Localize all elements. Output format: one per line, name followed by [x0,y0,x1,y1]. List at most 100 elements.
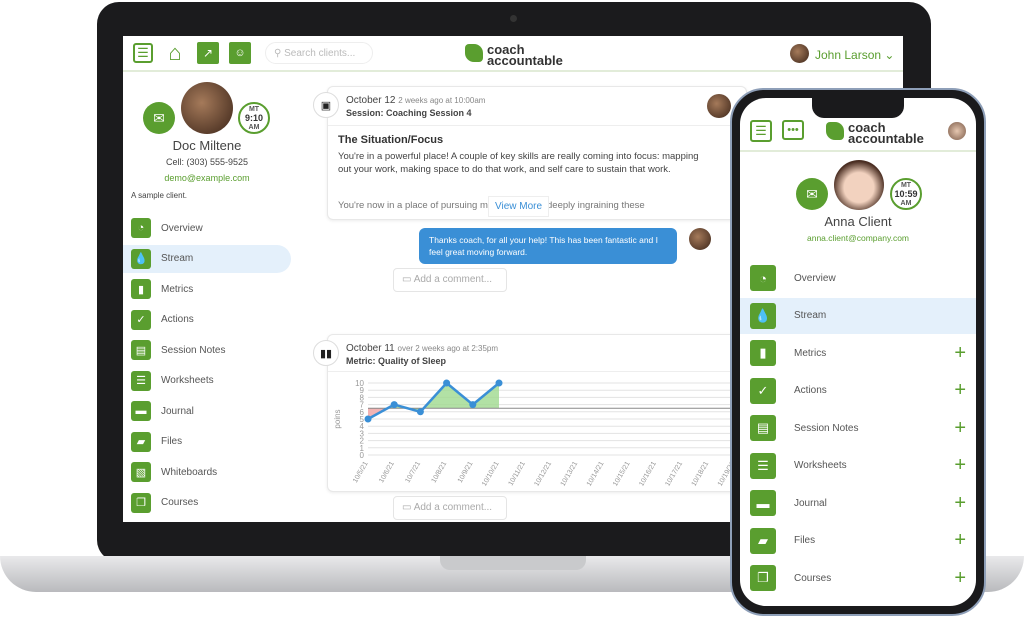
metric-chart: 012345678910poins10/5/21 10/6/21 10/7/21 10… [333,379,748,488]
x-tick-label: 10/16/21 [638,460,658,487]
stream-icon: 💧 [131,248,151,269]
sidebar-item-label: Actions [161,314,194,325]
metrics-icon: ▮ [131,279,151,299]
sidebar-item-files[interactable]: ▰ Files [131,428,291,456]
add-icon[interactable]: + [954,492,966,515]
sidebar-item-metrics[interactable]: ▮ Metrics [131,275,291,303]
x-tick-label: 10/13/21 [560,460,580,487]
sidebar-item-actions[interactable]: ✓ Actions [131,306,291,334]
nav-label: Actions [794,385,827,396]
stream-icon: 💧 [750,302,776,329]
menu-icon[interactable]: ☰ [750,120,772,142]
courses-icon: ❐ [750,565,776,591]
client-clock: MT 10:59 AM [890,178,922,210]
add-icon[interactable]: + [954,454,966,477]
phone-screen: ☰ ••• coach accountable ✉ MT 10:59 AM Anna … [740,98,976,606]
phone-nav-item-files[interactable]: ▰ Files + [740,523,976,559]
x-tick-label: 10/5/21 [352,460,370,484]
messages-icon[interactable]: ••• [782,120,804,140]
email-icon[interactable]: ✉ [796,178,828,210]
session-paragraph: You're in a powerful place! A couple of … [338,151,699,175]
data-point [390,401,398,409]
user-avatar[interactable] [790,44,809,63]
metric-card: October 11 over 2 weeks ago at 2:35pm Me… [327,334,748,492]
sidebar-item-overview[interactable]: ◔ Overview [131,214,291,242]
phone-nav-item-stream[interactable]: 💧 Stream [740,297,976,334]
data-point [364,415,372,423]
sidebar-item-journal[interactable]: ▬ Journal [131,397,291,425]
email-icon[interactable]: ✉ [143,102,175,134]
phone-nav-item-courses[interactable]: ❐ Courses + [740,560,976,596]
menu-icon[interactable]: ☰ [133,43,153,63]
x-tick-label: 10/15/21 [612,460,632,487]
journal-icon: ▬ [750,490,776,516]
comment-input[interactable]: ▭ Add a comment... [393,268,507,292]
session-ago: 2 weeks ago at 10:00am [398,96,486,105]
client-name: Anna Client [824,214,892,229]
add-icon[interactable]: + [954,379,966,402]
data-point [469,401,477,409]
x-tick-label: 10/9/21 [457,460,475,484]
comment-icon: ▭ [402,274,414,285]
nav-label: Session Notes [794,422,859,434]
nav-label: Files [794,535,816,546]
sidebar-item-whiteboards[interactable]: ▧ Whiteboards [131,458,291,486]
comment-icon: ▭ [402,502,414,513]
user-avatar[interactable] [948,122,966,140]
sidebar-item-label: Metrics [161,283,194,295]
view-more-button[interactable]: View More [488,196,550,217]
phone-nav-item-session-notes[interactable]: ▤ Session Notes + [740,410,976,446]
metrics-clipboard-icon[interactable]: ↗ [197,42,219,64]
sidebar-item-label: Courses [161,497,199,508]
worksheet-icon: ☰ [131,370,151,391]
x-tick-label: 10/17/21 [664,460,684,487]
add-icon[interactable]: + [954,342,966,365]
worksheets-icon: ☰ [750,452,776,479]
whiteboard-icon: ▧ [131,462,151,482]
phone-nav-item-worksheets[interactable]: ☰ Worksheets + [740,448,976,484]
reply-message: Thanks coach, for all your help! This ha… [419,228,677,264]
clients-icon[interactable]: ☺ [229,42,251,64]
metric-comment-input[interactable]: ▭ Add a comment... [393,496,507,520]
x-tick-label: 10/12/21 [533,460,553,487]
phone-nav-item-overview[interactable]: ◔ Overview [740,260,976,296]
actions-icon: ✓ [750,377,776,404]
laptop-notch [440,556,586,570]
client-email[interactable]: anna.client@company.com [740,233,976,243]
y-axis-label: poins [333,409,342,428]
phone-nav-item-actions[interactable]: ✓ Actions + [740,373,976,409]
sidebar-item-label: Session Notes [161,344,226,356]
add-icon[interactable]: + [954,567,966,590]
search-input[interactable]: ⚲ Search clients... [265,42,373,64]
courses-icon: ❐ [131,492,151,513]
client-note: A sample client. [131,191,188,200]
home-icon[interactable]: ⌂ [163,40,187,65]
sidebar-item-label: Stream [161,253,194,264]
phone-nav-item-metrics[interactable]: ▮ Metrics + [740,335,976,371]
overview-icon: ◔ [750,265,776,291]
phone-nav-item-journal[interactable]: ▬ Journal + [740,485,976,521]
user-menu[interactable]: John Larson ⌄ [815,48,894,62]
data-point [416,408,424,416]
x-tick-label: 10/8/21 [431,460,449,484]
sidebar-item-courses[interactable]: ❐ Courses [131,489,291,517]
x-tick-label: 10/7/21 [404,460,422,484]
x-tick-label: 10/14/21 [586,460,606,487]
sidebar-item-worksheets[interactable]: ☰ Worksheets [131,367,291,395]
camera [510,15,517,22]
coach-avatar [707,94,731,118]
session-heading: The Situation/Focus [338,134,444,146]
overview-icon: ◔ [131,218,151,238]
search-placeholder: Search clients... [284,48,356,59]
client-email[interactable]: demo@example.com [123,173,291,183]
nav-label: Worksheets [794,460,847,471]
add-icon[interactable]: + [954,417,966,440]
sidebar-item-stream[interactable]: 💧 Stream [123,244,291,273]
sidebar-item-session-notes[interactable]: ▤ Session Notes [131,336,291,364]
client-clock: MT 9:10 AM [238,102,270,134]
metrics-icon: ▮▮ [313,340,339,366]
session-title: Session: Coaching Session 4 [346,108,472,118]
add-icon[interactable]: + [954,529,966,552]
above-target-area [368,383,499,419]
x-tick-label: 10/10/21 [481,460,501,487]
